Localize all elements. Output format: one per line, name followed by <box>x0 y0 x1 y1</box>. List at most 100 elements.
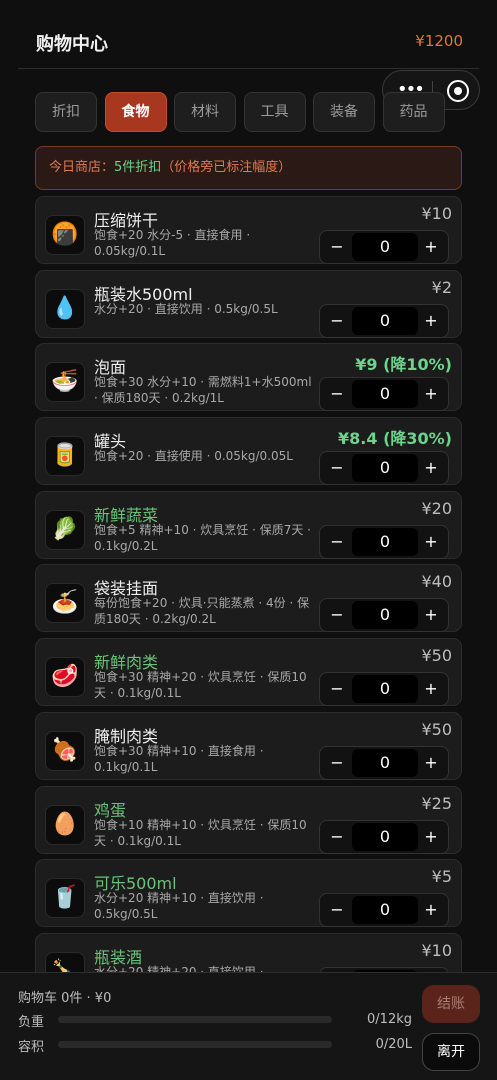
quantity-stepper: −0+ <box>319 893 449 928</box>
list-item: 🥚 鸡蛋 饱食+10 精神+10 · 炊具烹饪 · 保质10天 · 0.1kg/0.… <box>35 785 462 854</box>
minus-icon[interactable]: − <box>324 603 350 629</box>
plus-icon[interactable]: + <box>418 530 444 556</box>
item-price: ¥50 <box>421 646 452 666</box>
tab-4[interactable]: 装备 <box>313 92 375 132</box>
product-list: 🍘 压缩饼干 饱食+20 水分-5 · 直接食用 · 0.05kg/0.1L ¥10−… <box>35 196 462 1007</box>
plus-icon[interactable]: + <box>418 382 444 408</box>
load-label: 负重 <box>18 1015 45 1030</box>
egg-icon: 🥚 <box>45 804 85 845</box>
item-price: ¥8.4 (降30%) <box>338 429 452 449</box>
notice-suffix: （价格旁已标注幅度） <box>161 160 292 175</box>
tab-2[interactable]: 材料 <box>174 92 236 132</box>
quantity-input[interactable]: 0 <box>352 748 418 777</box>
meat-leg-icon: 🍖 <box>45 730 85 771</box>
plus-icon[interactable]: + <box>418 309 444 335</box>
quantity-input[interactable]: 0 <box>352 601 418 630</box>
notice-highlight: 5件折扣 <box>114 160 162 175</box>
minus-icon[interactable]: − <box>324 309 350 335</box>
minus-icon[interactable]: − <box>324 456 350 482</box>
header-divider <box>18 68 479 69</box>
item-description: 饱食+20 水分-5 · 直接食用 · 0.05kg/0.1L <box>94 228 251 258</box>
quantity-input[interactable]: 0 <box>352 380 418 409</box>
quantity-stepper: −0+ <box>319 745 449 780</box>
load-value: 0/12kg <box>367 1012 412 1027</box>
item-description: 饱食+30 精神+20 · 炊具烹饪 · 保质10天 · 0.1kg/0.1L <box>94 670 307 701</box>
item-price: ¥5 <box>431 867 452 887</box>
tab-0[interactable]: 折扣 <box>35 92 97 132</box>
spaghetti-icon: 🍝 <box>45 583 85 624</box>
list-item: 🍜 泡面 饱食+30 水分+10 · 需燃料1+水500ml · 保质180天 · … <box>35 343 462 412</box>
page-title: 购物中心 <box>36 34 108 55</box>
plus-icon[interactable]: + <box>418 898 444 924</box>
tab-3[interactable]: 工具 <box>243 92 306 132</box>
list-item: 💧 瓶装水500ml 水分+20 · 直接饮用 · 0.5kg/0.5L ¥2−0 + <box>35 269 462 338</box>
leafy-vegetable-icon: 🥬 <box>45 509 85 550</box>
quantity-input[interactable]: 0 <box>352 527 418 556</box>
item-price: ¥10 <box>421 940 452 960</box>
quantity-input[interactable]: 0 <box>352 675 418 704</box>
category-tabs: 折扣 食物 材料 工具 装备 药品 <box>35 92 475 134</box>
item-price: ¥25 <box>421 793 452 813</box>
list-item: 🍖 腌制肉类 饱食+30 精神+10 · 直接食用 · 0.1kg/0.1L ¥50−… <box>35 711 462 780</box>
list-item: 🍘 压缩饼干 饱食+20 水分-5 · 直接食用 · 0.05kg/0.1L ¥10−… <box>35 196 462 264</box>
list-item: 🥤 可乐500ml 水分+20 精神+10 · 直接饮用 · 0.5kg/0.5L ¥… <box>35 859 462 928</box>
quantity-input[interactable]: 0 <box>352 233 418 261</box>
leave-button[interactable]: 离开 <box>422 1033 480 1071</box>
quantity-stepper: −0+ <box>319 303 449 338</box>
cart-footer: 购物车 0件 · ¥0 负重 0/12kg 容积 0/20L 结账 离开 <box>0 972 497 1080</box>
plus-icon[interactable]: + <box>418 825 444 851</box>
cup-with-straw-icon: 🥤 <box>45 878 85 919</box>
quantity-input[interactable]: 0 <box>352 454 418 483</box>
minus-icon[interactable]: − <box>324 530 350 556</box>
quantity-stepper: −0+ <box>319 524 449 559</box>
item-price: ¥40 <box>421 572 452 592</box>
minus-icon[interactable]: − <box>324 235 350 261</box>
minus-icon[interactable]: − <box>324 677 350 703</box>
item-price: ¥20 <box>421 498 452 518</box>
volume-meter <box>58 1041 332 1048</box>
raw-meat-icon: 🥩 <box>45 657 85 698</box>
water-drop-icon: 💧 <box>45 288 85 329</box>
notice-prefix: 今日商店： <box>49 160 115 175</box>
quantity-stepper: −0+ <box>319 819 449 854</box>
volume-label: 容积 <box>18 1040 45 1055</box>
app-header: 购物中心 ¥1200 <box>0 0 497 70</box>
minus-icon[interactable]: − <box>324 898 350 924</box>
list-item: 🥫 罐头 饱食+20 · 直接使用 · 0.05kg/0.05L ¥8.4 (降30%… <box>35 417 462 486</box>
compressed-biscuit-icon: 🍘 <box>45 215 85 255</box>
tab-1[interactable]: 食物 <box>104 92 167 132</box>
item-description: 饱食+20 · 直接使用 · 0.05kg/0.05L <box>94 449 293 464</box>
quantity-stepper: −0+ <box>319 598 449 633</box>
item-description: 饱食+30 精神+10 · 直接食用 · 0.1kg/0.1L <box>94 743 264 774</box>
quantity-input[interactable]: 0 <box>352 822 418 851</box>
quantity-input[interactable]: 0 <box>352 306 418 335</box>
item-description: 饱食+30 水分+10 · 需燃料1+水500ml · 保质180天 · 0.2… <box>94 375 312 406</box>
item-price: ¥9 (降10%) <box>355 355 452 375</box>
item-price: ¥2 <box>431 277 452 297</box>
load-meter <box>58 1016 332 1023</box>
noodle-bowl-icon: 🍜 <box>45 362 85 403</box>
minus-icon[interactable]: − <box>324 382 350 408</box>
plus-icon[interactable]: + <box>418 235 444 261</box>
tab-5[interactable]: 药品 <box>382 92 445 132</box>
checkout-button[interactable]: 结账 <box>422 985 480 1023</box>
item-description: 饱食+5 精神+10 · 炊具烹饪 · 保质7天 · 0.1kg/0.2L <box>94 522 311 553</box>
quantity-input[interactable]: 0 <box>352 896 418 925</box>
item-description: 水分+20 · 直接饮用 · 0.5kg/0.5L <box>94 301 278 316</box>
plus-icon[interactable]: + <box>418 751 444 777</box>
item-description: 水分+20 精神+10 · 直接饮用 · 0.5kg/0.5L <box>94 891 264 922</box>
plus-icon[interactable]: + <box>418 456 444 482</box>
quantity-stepper: −0+ <box>319 672 449 707</box>
plus-icon[interactable]: + <box>418 677 444 703</box>
shop-notice: 今日商店：5件折扣（价格旁已标注幅度） <box>35 146 462 190</box>
money-balance: ¥1200 <box>415 32 463 50</box>
list-item: 🥩 新鲜肉类 饱食+30 精神+20 · 炊具烹饪 · 保质10天 · 0.1kg/… <box>35 638 462 707</box>
list-item: 🍝 袋装挂面 每份饱食+20 · 炊具·只能蒸煮 · 4份 · 保质180天 · 0… <box>35 564 462 633</box>
item-price: ¥50 <box>421 719 452 739</box>
cart-summary: 购物车 0件 · ¥0 <box>18 991 112 1006</box>
canned-food-icon: 🥫 <box>45 436 85 477</box>
minus-icon[interactable]: − <box>324 751 350 777</box>
item-description: 每份饱食+20 · 炊具·只能蒸煮 · 4份 · 保质180天 · 0.2kg/… <box>94 596 310 627</box>
minus-icon[interactable]: − <box>324 825 350 851</box>
plus-icon[interactable]: + <box>418 603 444 629</box>
